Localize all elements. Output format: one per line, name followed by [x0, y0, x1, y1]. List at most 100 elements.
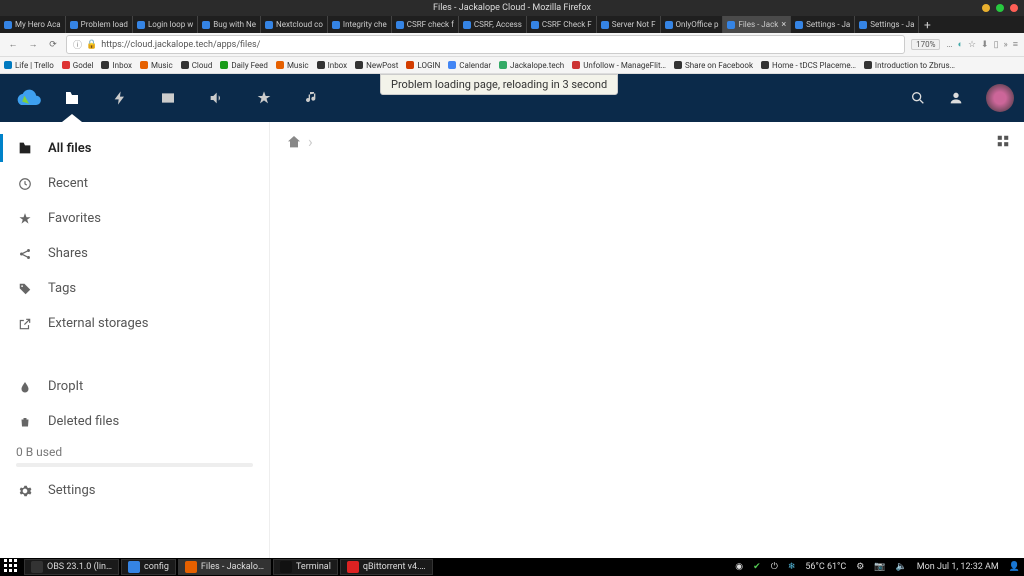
menu-icon[interactable]: ≡: [1013, 39, 1018, 50]
search-icon[interactable]: [910, 90, 926, 106]
taskbar-app[interactable]: qBittorrent v4.…: [340, 559, 433, 575]
system-tray: ◉ ✔ ⏻ ❄ 56°C 61°C ⚙ 📷 🔈 Mon Jul 1, 12:32…: [735, 562, 1020, 572]
share-icon: [16, 247, 34, 261]
external-icon: [16, 317, 34, 331]
overflow-icon[interactable]: »: [1004, 40, 1008, 50]
browser-tab[interactable]: Bug with Ne: [198, 16, 261, 33]
bookmark-item[interactable]: NewPost: [355, 61, 398, 70]
clock[interactable]: Mon Jul 1, 12:32 AM: [917, 562, 999, 572]
grid-view-toggle[interactable]: [996, 134, 1010, 148]
volume-icon[interactable]: 🔈: [896, 562, 907, 572]
sidebar-settings[interactable]: Settings: [0, 473, 269, 508]
bookmark-item[interactable]: Life | Trello: [4, 61, 54, 70]
sidebar-settings-label: Settings: [48, 483, 95, 498]
browser-tab[interactable]: CSRF Check F: [527, 16, 597, 33]
bookmark-item[interactable]: Share on Facebook: [674, 61, 753, 70]
browser-tab[interactable]: Login loop w: [133, 16, 198, 33]
zoom-indicator[interactable]: 170%: [911, 39, 940, 50]
url-bar: ← → ⟳ ⓘ 🔒 https://cloud.jackalope.tech/a…: [0, 33, 1024, 57]
bookmark-item[interactable]: Jackalope.tech: [499, 61, 564, 70]
browser-tab[interactable]: CSRF, Access: [459, 16, 527, 33]
sidebar-item-all-files[interactable]: All files: [0, 130, 269, 166]
browser-tab[interactable]: Nextcloud co: [261, 16, 328, 33]
nav-audio[interactable]: [204, 74, 228, 122]
tray-icon[interactable]: ⏻: [771, 562, 778, 572]
bookmark-item[interactable]: Home - tDCS Placeme…: [761, 61, 856, 70]
bookmark-item[interactable]: Cloud: [181, 61, 213, 70]
forward-button[interactable]: →: [26, 38, 40, 52]
browser-tab[interactable]: Problem load: [66, 16, 133, 33]
trash-icon: [16, 415, 34, 429]
bookmark-label: NewPost: [366, 61, 398, 70]
avatar[interactable]: [986, 84, 1014, 112]
back-button[interactable]: ←: [6, 38, 20, 52]
taskbar-app[interactable]: Terminal: [273, 559, 338, 575]
bookmark-bar-icon[interactable]: ▯: [994, 40, 999, 50]
contacts-icon[interactable]: [948, 90, 964, 106]
bookmark-item[interactable]: Calendar: [448, 61, 491, 70]
sidebar-item-external-storages[interactable]: External storages: [0, 306, 269, 341]
star-icon[interactable]: ☆: [968, 40, 976, 50]
user-icon[interactable]: 👤: [1009, 562, 1020, 572]
taskbar-app[interactable]: config: [121, 559, 176, 575]
browser-tab[interactable]: Server Not F: [597, 16, 661, 33]
sidebar-item-favorites[interactable]: Favorites: [0, 201, 269, 236]
minimize-button[interactable]: [982, 4, 990, 12]
sidebar-item-label: Shares: [48, 246, 88, 261]
close-button[interactable]: [1010, 4, 1018, 12]
nav-favorites[interactable]: [252, 74, 276, 122]
home-icon[interactable]: [286, 134, 302, 150]
sidebar-item-label: DropIt: [48, 379, 83, 394]
browser-tab[interactable]: CSRF check f: [392, 16, 459, 33]
breadcrumb: ›: [270, 122, 1024, 161]
bookmark-favicon: [499, 61, 507, 69]
bookmark-item[interactable]: Music: [276, 61, 309, 70]
address-field[interactable]: ⓘ 🔒 https://cloud.jackalope.tech/apps/fi…: [66, 35, 905, 54]
reload-button[interactable]: ⟳: [46, 38, 60, 52]
tab-label: Settings - Ja: [870, 20, 914, 29]
bookmark-item[interactable]: Music: [140, 61, 173, 70]
browser-tab[interactable]: Settings - Ja: [791, 16, 855, 33]
browser-tab[interactable]: My Hero Aca: [0, 16, 66, 33]
sidebar-item-deleted-files[interactable]: Deleted files: [0, 404, 269, 439]
reader-icon[interactable]: …: [946, 40, 952, 50]
tray-icon[interactable]: 📷: [874, 562, 885, 572]
nav-gallery[interactable]: [156, 74, 180, 122]
bookmark-item[interactable]: Inbox: [101, 61, 132, 70]
taskbar-app[interactable]: OBS 23.1.0 (lin…: [24, 559, 119, 575]
apps-menu[interactable]: [4, 559, 20, 575]
taskbar-app[interactable]: Files - Jackalo…: [178, 559, 271, 575]
sidebar-item-dropit[interactable]: DropIt: [0, 369, 269, 404]
bookmark-item[interactable]: Inbox: [317, 61, 348, 70]
browser-tabstrip: My Hero AcaProblem loadLogin loop wBug w…: [0, 16, 1024, 33]
browser-tab[interactable]: OnlyOffice p: [661, 16, 724, 33]
nextcloud-logo[interactable]: [10, 80, 46, 116]
sidebar-item-shares[interactable]: Shares: [0, 236, 269, 271]
bookmark-item[interactable]: Daily Feed: [220, 61, 268, 70]
close-tab-icon[interactable]: ×: [781, 20, 786, 30]
tray-icon[interactable]: ✔: [753, 562, 761, 572]
download-icon[interactable]: ⬇: [981, 40, 989, 50]
nav-files[interactable]: [60, 74, 84, 122]
browser-tab[interactable]: Files - Jack×: [723, 16, 791, 33]
ghostery-icon[interactable]: ◐: [958, 39, 963, 50]
tray-icon[interactable]: ⚙: [856, 562, 864, 572]
nav-activity[interactable]: [108, 74, 132, 122]
browser-tab[interactable]: Integrity che: [328, 16, 392, 33]
tray-icon[interactable]: ◉: [735, 562, 743, 572]
bookmark-label: Daily Feed: [231, 61, 268, 70]
favicon: [727, 21, 735, 29]
sidebar-item-recent[interactable]: Recent: [0, 166, 269, 201]
bookmark-item[interactable]: Godel: [62, 61, 94, 70]
bookmark-item[interactable]: LOGIN: [406, 61, 440, 70]
tab-label: CSRF check f: [407, 20, 454, 29]
new-tab-button[interactable]: +: [919, 16, 935, 33]
bookmark-item[interactable]: Unfollow - ManageFlit…: [572, 61, 666, 70]
window-controls: [982, 4, 1018, 12]
bookmark-item[interactable]: Introduction to Zbrus…: [864, 61, 955, 70]
maximize-button[interactable]: [996, 4, 1004, 12]
browser-tab[interactable]: Settings - Ja: [855, 16, 919, 33]
favicon: [859, 21, 867, 29]
nav-music[interactable]: [300, 74, 324, 122]
sidebar-item-tags[interactable]: Tags: [0, 271, 269, 306]
